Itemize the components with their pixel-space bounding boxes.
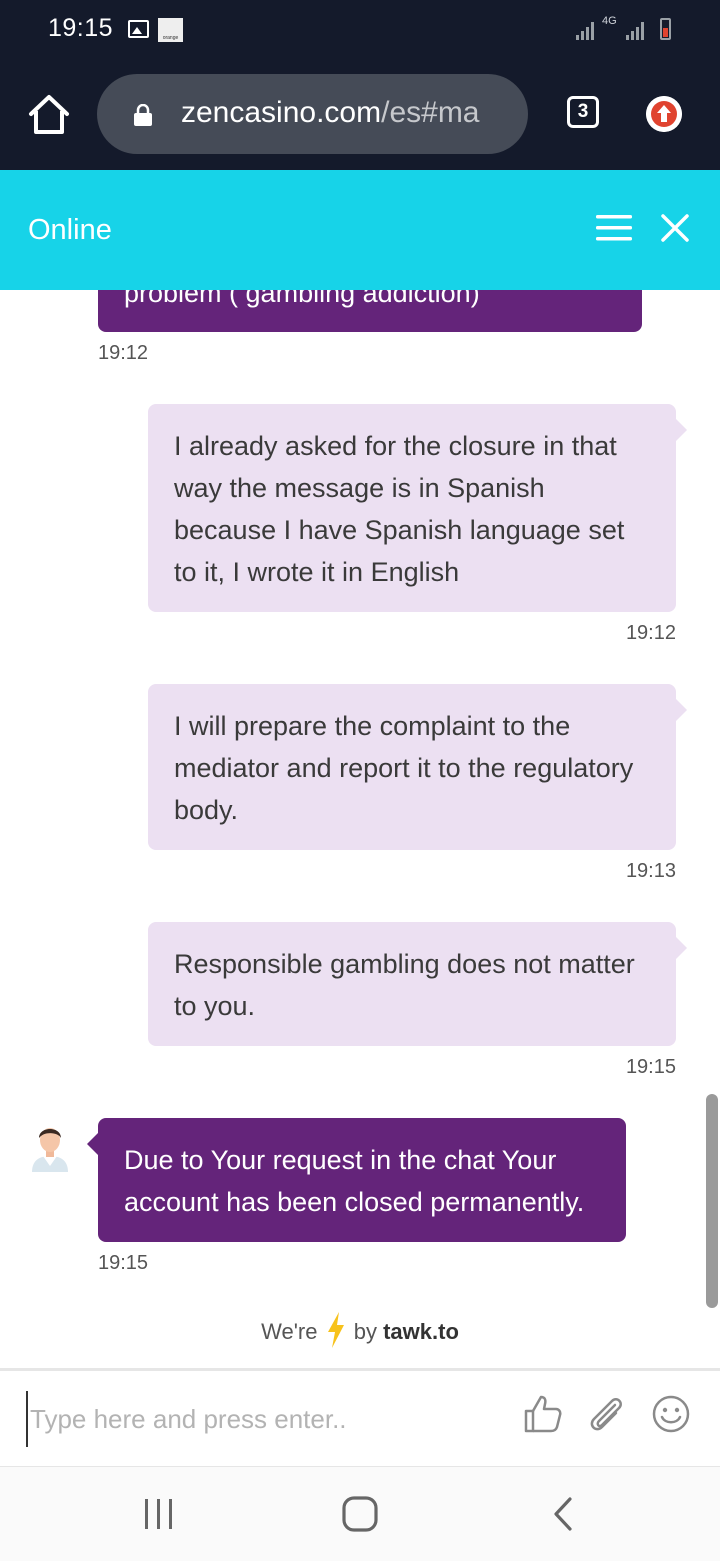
message-time: 19:12 xyxy=(98,342,149,364)
lightning-icon xyxy=(327,1312,344,1348)
signal-strength-2-icon xyxy=(626,20,644,40)
powered-middle: by xyxy=(353,1318,377,1344)
tawk-brand[interactable]: tawk.to xyxy=(383,1319,459,1344)
chat-messages[interactable]: problem ( gambling addiction) 19:12 I al… xyxy=(0,290,720,1312)
message-time: 19:15 xyxy=(625,1056,676,1078)
message-composer xyxy=(0,1368,720,1466)
update-arrow-icon[interactable] xyxy=(646,96,682,132)
network-type: 4G xyxy=(602,15,617,27)
gallery-notification-icon xyxy=(128,20,149,38)
agent-message: problem ( gambling addiction) xyxy=(98,290,642,332)
online-status: Online xyxy=(28,214,112,246)
status-bar: 19:15 orange 4G xyxy=(0,0,720,62)
message-text: Responsible gambling does not matter to … xyxy=(174,949,635,1021)
browser-toolbar: zencasino.com/es#ma 3 xyxy=(0,62,720,170)
status-time: 19:15 xyxy=(48,14,114,42)
chat-scrollbar[interactable] xyxy=(706,1094,718,1308)
message-text: I will prepare the complaint to the medi… xyxy=(174,711,634,825)
home-icon[interactable] xyxy=(26,92,72,138)
carrier-logo: orange xyxy=(158,18,183,42)
agent-message: Due to Your request in the chat Your acc… xyxy=(87,1118,626,1242)
nav-home-icon[interactable] xyxy=(340,1495,380,1533)
thumbs-up-icon[interactable] xyxy=(522,1393,564,1435)
system-nav-bar xyxy=(0,1466,720,1561)
message-time: 19:13 xyxy=(625,860,676,882)
back-icon[interactable] xyxy=(548,1495,578,1533)
message-text: problem ( gambling addiction) xyxy=(124,290,480,308)
agent-avatar-icon xyxy=(32,1128,68,1172)
message-time: 19:12 xyxy=(625,622,676,644)
message-input[interactable] xyxy=(26,1391,492,1447)
address-bar[interactable]: zencasino.com/es#ma xyxy=(97,74,528,154)
tabs-button[interactable]: 3 xyxy=(567,96,599,128)
url-domain: zencasino.com xyxy=(181,96,382,129)
powered-by[interactable]: We're by tawk.to xyxy=(0,1312,720,1348)
recent-apps-icon[interactable] xyxy=(142,1497,176,1531)
battery-icon xyxy=(660,18,671,40)
message-time: 19:15 xyxy=(98,1252,149,1274)
paperclip-icon[interactable] xyxy=(585,1393,627,1435)
menu-icon[interactable] xyxy=(596,213,632,243)
url-text[interactable]: zencasino.com/es#ma xyxy=(181,96,480,130)
emoji-icon[interactable] xyxy=(650,1393,692,1435)
message-text: I already asked for the closure in that … xyxy=(174,431,625,587)
powered-prefix: We're xyxy=(261,1318,318,1344)
chat-header: Online xyxy=(0,170,720,290)
visitor-message: I will prepare the complaint to the medi… xyxy=(148,684,687,850)
lock-icon xyxy=(134,104,152,126)
url-path: /es#ma xyxy=(381,96,480,129)
close-icon[interactable] xyxy=(660,213,690,243)
message-text: Due to Your request in the chat Your acc… xyxy=(124,1145,585,1217)
signal-strength-icon xyxy=(576,20,594,40)
visitor-message: I already asked for the closure in that … xyxy=(148,404,687,612)
visitor-message: Responsible gambling does not matter to … xyxy=(148,922,687,1046)
